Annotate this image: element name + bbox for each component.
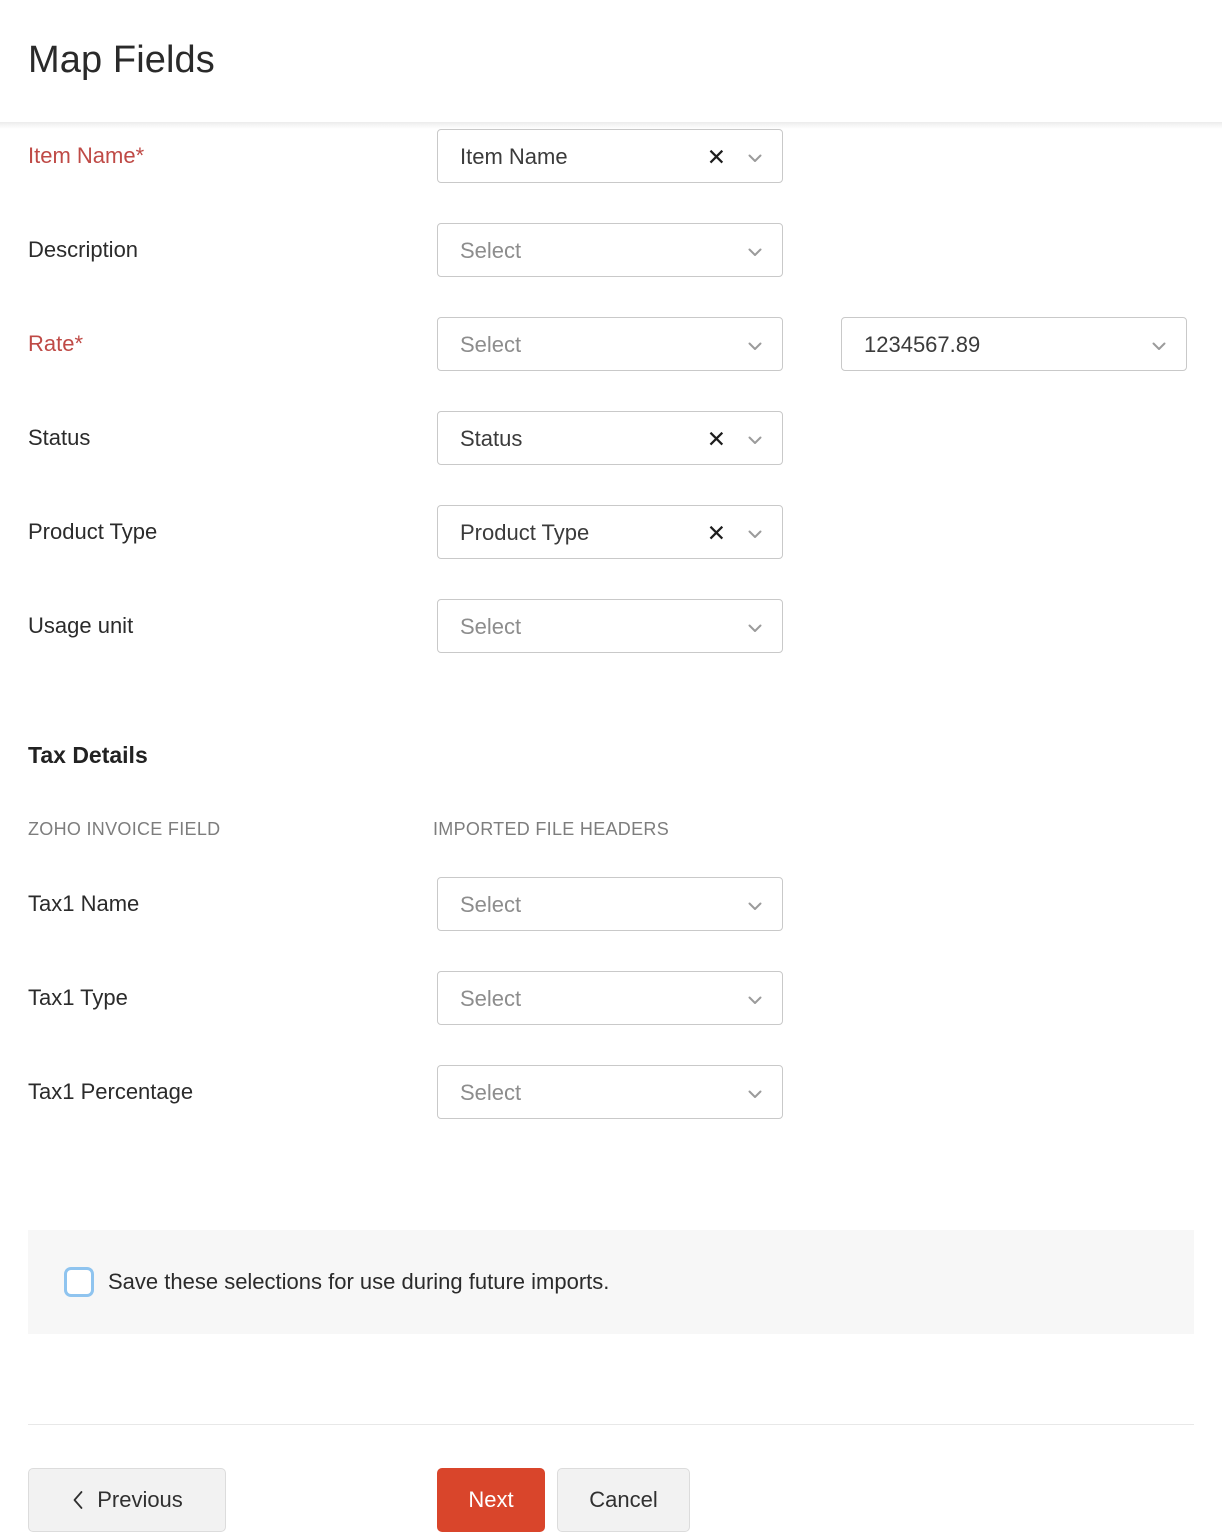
save-selections-bar: Save these selections for use during fut… [28, 1230, 1194, 1334]
close-icon[interactable]: ✕ [707, 412, 726, 466]
save-selections-checkbox[interactable] [64, 1267, 94, 1297]
section-spacer [0, 693, 1222, 739]
chevron-down-icon [746, 243, 764, 261]
field-label-usage-unit: Usage unit [28, 611, 133, 641]
select-rate-number-format-value: 1234567.89 [864, 318, 980, 372]
field-row-status: Status Status ✕ [0, 411, 1222, 505]
field-label-status: Status [28, 423, 90, 453]
select-item-name[interactable]: Item Name ✕ [437, 129, 783, 183]
select-rate-value: Select [460, 318, 521, 372]
field-row-product-type: Product Type Product Type ✕ [0, 505, 1222, 599]
cancel-button-label: Cancel [589, 1487, 657, 1513]
select-description[interactable]: Select [437, 223, 783, 277]
select-usage-unit-value: Select [460, 600, 521, 654]
chevron-down-icon [746, 619, 764, 637]
page-header: Map Fields [0, 0, 1222, 122]
select-tax1-percentage[interactable]: Select [437, 1065, 783, 1119]
select-tax1-percentage-value: Select [460, 1066, 521, 1120]
select-product-type-value: Product Type [460, 506, 589, 560]
field-label-rate: Rate* [28, 329, 83, 359]
select-rate[interactable]: Select [437, 317, 783, 371]
chevron-down-icon [746, 525, 764, 543]
field-label-tax1-name: Tax1 Name [28, 889, 139, 919]
column-header-imported-file-headers: IMPORTED FILE HEADERS [433, 817, 669, 841]
previous-button[interactable]: Previous [28, 1468, 226, 1532]
close-icon[interactable]: ✕ [707, 506, 726, 560]
select-tax1-type[interactable]: Select [437, 971, 783, 1025]
field-row-usage-unit: Usage unit Select [0, 599, 1222, 693]
save-selections-label: Save these selections for use during fut… [108, 1267, 609, 1297]
field-label-item-name: Item Name* [28, 141, 144, 171]
next-button[interactable]: Next [437, 1468, 545, 1532]
main-field-mapping-section: Item Name* Item Name ✕ Description Selec… [0, 129, 1222, 1159]
select-description-value: Select [460, 224, 521, 278]
select-tax1-name[interactable]: Select [437, 877, 783, 931]
field-label-product-type: Product Type [28, 517, 157, 547]
field-row-tax1-percentage: Tax1 Percentage Select [0, 1065, 1222, 1159]
chevron-left-icon [71, 1489, 85, 1511]
select-status[interactable]: Status ✕ [437, 411, 783, 465]
chevron-down-icon [746, 991, 764, 1009]
field-label-tax1-type: Tax1 Type [28, 983, 128, 1013]
section-title-tax-details: Tax Details [28, 739, 1222, 771]
cancel-button[interactable]: Cancel [557, 1468, 690, 1532]
select-product-type[interactable]: Product Type ✕ [437, 505, 783, 559]
chevron-down-icon [746, 149, 764, 167]
field-row-description: Description Select [0, 223, 1222, 317]
select-item-name-value: Item Name [460, 130, 568, 184]
chevron-down-icon [1150, 337, 1168, 355]
field-row-tax1-name: Tax1 Name Select [0, 877, 1222, 971]
chevron-down-icon [746, 431, 764, 449]
footer-actions: Previous Next Cancel [0, 1468, 1222, 1532]
field-label-tax1-percentage: Tax1 Percentage [28, 1077, 193, 1107]
select-usage-unit[interactable]: Select [437, 599, 783, 653]
save-selections-inner: Save these selections for use during fut… [64, 1230, 609, 1334]
select-rate-number-format[interactable]: 1234567.89 [841, 317, 1187, 371]
tax-column-headers: ZOHO INVOICE FIELD IMPORTED FILE HEADERS [0, 817, 1222, 877]
column-header-zoho-invoice-field: ZOHO INVOICE FIELD [28, 817, 220, 841]
next-button-label: Next [468, 1487, 513, 1513]
select-tax1-name-value: Select [460, 878, 521, 932]
chevron-down-icon [746, 337, 764, 355]
close-icon[interactable]: ✕ [707, 130, 726, 184]
field-row-item-name: Item Name* Item Name ✕ [0, 129, 1222, 223]
field-row-rate: Rate* Select 1234567.89 [0, 317, 1222, 411]
footer-divider [28, 1424, 1194, 1425]
select-status-value: Status [460, 412, 522, 466]
page-title: Map Fields [28, 36, 215, 84]
field-label-description: Description [28, 235, 138, 265]
previous-button-label: Previous [97, 1487, 183, 1513]
chevron-down-icon [746, 897, 764, 915]
chevron-down-icon [746, 1085, 764, 1103]
header-divider [0, 122, 1222, 129]
select-tax1-type-value: Select [460, 972, 521, 1026]
field-row-tax1-type: Tax1 Type Select [0, 971, 1222, 1065]
map-fields-page: Map Fields Item Name* Item Name ✕ Descri… [0, 0, 1222, 1536]
